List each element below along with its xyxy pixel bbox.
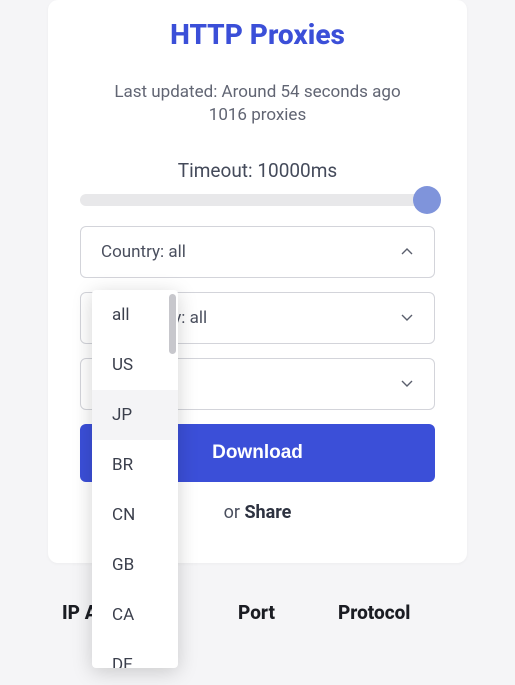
country-select[interactable]: Country: all xyxy=(80,226,435,278)
dropdown-scrollbar[interactable] xyxy=(169,294,176,354)
country-option-cn[interactable]: CN xyxy=(92,490,178,540)
chevron-down-icon xyxy=(400,311,414,325)
share-link[interactable]: Share xyxy=(244,502,291,523)
country-dropdown[interactable]: all US JP BR CN GB CA DE xyxy=(92,290,178,668)
country-option-all[interactable]: all xyxy=(92,290,178,340)
slider-thumb-icon[interactable] xyxy=(413,186,441,214)
country-option-jp[interactable]: JP xyxy=(92,390,178,440)
country-dropdown-list: all US JP BR CN GB CA DE xyxy=(92,290,178,668)
page-title: HTTP Proxies xyxy=(80,18,435,51)
or-text: or xyxy=(224,502,245,523)
chevron-up-icon xyxy=(400,245,414,259)
col-port: Port xyxy=(238,601,338,624)
country-option-us[interactable]: US xyxy=(92,340,178,390)
country-option-gb[interactable]: GB xyxy=(92,540,178,590)
country-option-de[interactable]: DE xyxy=(92,640,178,668)
last-updated-text: Last updated: Around 54 seconds ago xyxy=(80,79,435,105)
proxy-count-text: 1016 proxies xyxy=(80,105,435,125)
country-option-br[interactable]: BR xyxy=(92,440,178,490)
country-select-label: Country: all xyxy=(101,242,186,262)
timeout-label: Timeout: 10000ms xyxy=(80,159,435,182)
col-protocol: Protocol xyxy=(338,601,467,624)
timeout-slider[interactable] xyxy=(80,194,435,206)
country-option-ca[interactable]: CA xyxy=(92,590,178,640)
chevron-down-icon xyxy=(400,377,414,391)
